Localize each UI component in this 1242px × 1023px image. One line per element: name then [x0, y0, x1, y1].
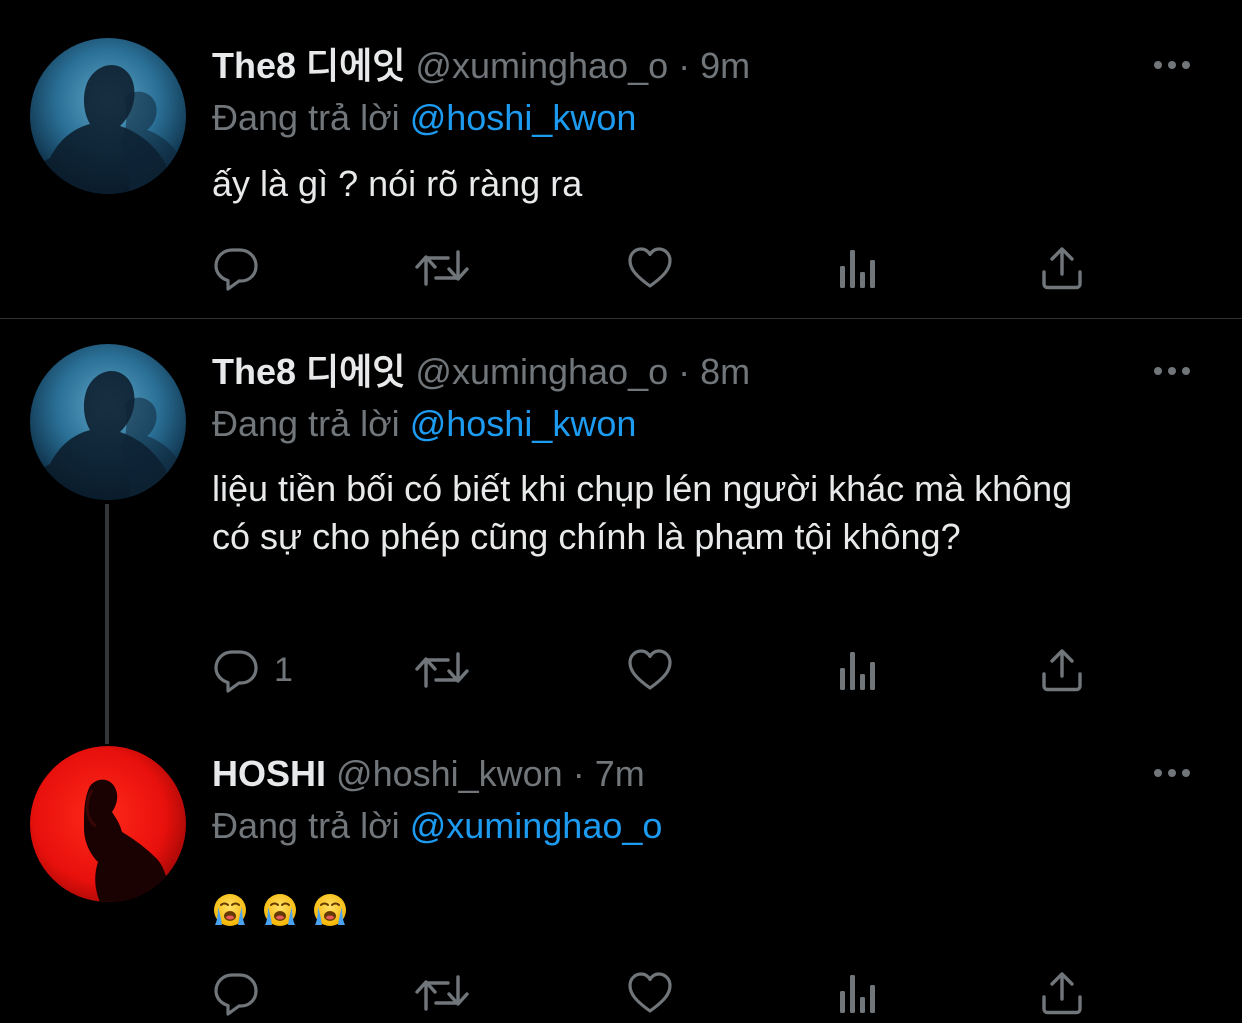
separator-dot: ·	[678, 351, 691, 392]
share-upload-icon	[1038, 969, 1086, 1017]
display-name[interactable]: The8 디에잇	[212, 351, 405, 392]
reply-button[interactable]	[212, 968, 260, 1018]
display-name[interactable]: HOSHI	[212, 753, 326, 794]
loudly-crying-face-emoji	[262, 892, 298, 928]
like-button[interactable]	[626, 243, 674, 293]
retweet-button[interactable]	[414, 243, 470, 293]
replying-to-line: Đang trả lời @hoshi_kwon	[212, 398, 636, 450]
heart-outline-icon	[626, 969, 674, 1017]
mention-link[interactable]: @hoshi_kwon	[410, 403, 637, 444]
heart-outline-icon	[626, 244, 674, 292]
action-bar	[212, 243, 1092, 293]
tweet-3[interactable]: HOSHI @hoshi_kwon · 7m Đang trả lời @xum…	[0, 740, 1242, 1023]
avatar[interactable]	[30, 344, 186, 500]
replying-label: Đang trả lời	[212, 403, 400, 444]
timestamp[interactable]: 7m	[595, 753, 645, 794]
tweet-text	[212, 884, 1202, 932]
analytics-button[interactable]	[834, 645, 882, 695]
heart-outline-icon	[626, 646, 674, 694]
bar-chart-icon	[834, 646, 882, 694]
reply-button[interactable]: 1	[212, 645, 293, 695]
loudly-crying-face-emoji	[212, 892, 248, 928]
action-bar	[212, 968, 1092, 1018]
tweet-text: liệu tiền bối có biết khi chụp lén người…	[212, 468, 1073, 557]
user-handle[interactable]: @xuminghao_o	[415, 45, 668, 86]
reply-count: 1	[274, 650, 293, 689]
retweet-arrows-icon	[414, 244, 470, 292]
retweet-button[interactable]	[414, 968, 470, 1018]
share-upload-icon	[1038, 244, 1086, 292]
tweet-text: ấy là gì ? nói rõ ràng ra	[212, 163, 583, 204]
analytics-button[interactable]	[834, 243, 882, 293]
tweet-header: The8 디에잇 @xuminghao_o · 9m	[212, 40, 750, 92]
separator-dot: ·	[678, 45, 691, 86]
tweet-header: HOSHI @hoshi_kwon · 7m	[212, 748, 645, 800]
retweet-button[interactable]	[414, 645, 470, 695]
user-handle[interactable]: @xuminghao_o	[415, 351, 668, 392]
bar-chart-icon	[834, 244, 882, 292]
avatar[interactable]	[30, 746, 186, 902]
share-button[interactable]	[1038, 243, 1086, 293]
bar-chart-icon	[834, 969, 882, 1017]
replying-to-line: Đang trả lời @hoshi_kwon	[212, 92, 636, 144]
timestamp[interactable]: 9m	[700, 45, 750, 86]
share-upload-icon	[1038, 646, 1086, 694]
ellipsis-icon[interactable]	[1152, 361, 1192, 381]
ellipsis-icon[interactable]	[1152, 55, 1192, 75]
timestamp[interactable]: 8m	[700, 351, 750, 392]
analytics-button[interactable]	[834, 968, 882, 1018]
loudly-crying-face-emoji	[312, 892, 348, 928]
speech-bubble-icon	[212, 244, 260, 292]
replying-to-line: Đang trả lời @xuminghao_o	[212, 800, 662, 852]
tweet-1[interactable]: The8 디에잇 @xuminghao_o · 9m Đang trả lời …	[0, 0, 1242, 318]
retweet-arrows-icon	[414, 646, 470, 694]
action-bar: 1	[212, 645, 1092, 695]
like-button[interactable]	[626, 968, 674, 1018]
like-button[interactable]	[626, 645, 674, 695]
mention-link[interactable]: @hoshi_kwon	[410, 97, 637, 138]
reply-button[interactable]	[212, 243, 260, 293]
speech-bubble-icon	[212, 646, 260, 694]
tweet-2[interactable]: The8 디에잇 @xuminghao_o · 8m Đang trả lời …	[0, 319, 1242, 739]
tweet-header: The8 디에잇 @xuminghao_o · 8m	[212, 346, 750, 398]
speech-bubble-icon	[212, 969, 260, 1017]
share-button[interactable]	[1038, 645, 1086, 695]
share-button[interactable]	[1038, 968, 1086, 1018]
replying-label: Đang trả lời	[212, 97, 400, 138]
replying-label: Đang trả lời	[212, 805, 400, 846]
retweet-arrows-icon	[414, 969, 470, 1017]
separator-dot: ·	[572, 753, 585, 794]
user-handle[interactable]: @hoshi_kwon	[336, 753, 563, 794]
mention-link[interactable]: @xuminghao_o	[410, 805, 663, 846]
thread-connector-line	[105, 504, 109, 744]
display-name[interactable]: The8 디에잇	[212, 45, 405, 86]
ellipsis-icon[interactable]	[1152, 763, 1192, 783]
avatar[interactable]	[30, 38, 186, 194]
